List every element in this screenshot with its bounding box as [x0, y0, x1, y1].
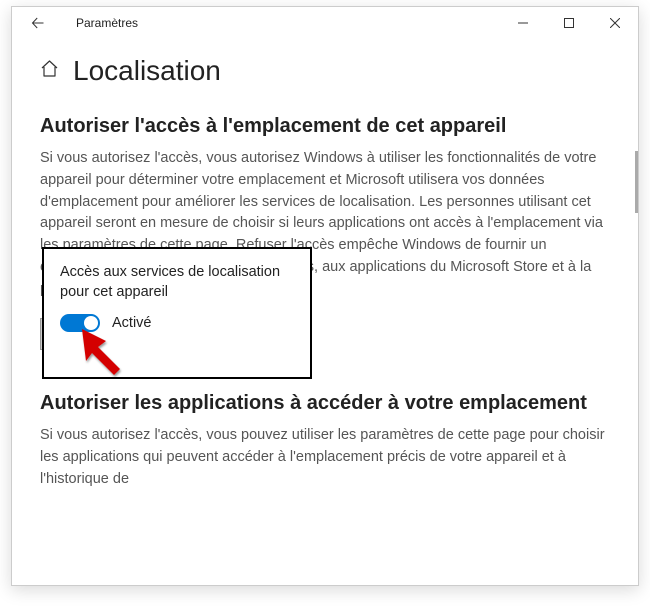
maximize-button[interactable] — [546, 7, 592, 39]
callout-title: Accès aux services de localisation pour … — [60, 263, 294, 302]
section2-title: Autoriser les applications à accéder à v… — [40, 392, 610, 415]
toggle-row: Activé — [60, 314, 294, 332]
back-button[interactable] — [18, 7, 58, 39]
window-title: Paramètres — [76, 16, 138, 30]
page-title: Localisation — [73, 55, 221, 87]
page-header: Localisation — [40, 55, 610, 87]
maximize-icon — [564, 18, 574, 28]
section2-body: Si vous autorisez l'accès, vous pouvez u… — [40, 425, 610, 490]
titlebar: Paramètres — [12, 7, 638, 39]
settings-window: Paramètres Localisation Autoriser l'accè… — [11, 6, 639, 586]
back-arrow-icon — [31, 16, 45, 30]
window-controls — [500, 7, 638, 39]
toggle-state-label: Activé — [112, 315, 152, 331]
toggle-knob — [84, 316, 98, 330]
section1-title: Autoriser l'accès à l'emplacement de cet… — [40, 115, 610, 138]
minimize-button[interactable] — [500, 7, 546, 39]
scrollbar[interactable] — [632, 39, 638, 585]
location-access-callout: Accès aux services de localisation pour … — [42, 247, 312, 379]
minimize-icon — [518, 18, 528, 28]
close-button[interactable] — [592, 7, 638, 39]
home-icon[interactable] — [40, 59, 59, 83]
location-toggle[interactable] — [60, 314, 100, 332]
scrollbar-thumb[interactable] — [635, 151, 638, 213]
close-icon — [610, 18, 620, 28]
